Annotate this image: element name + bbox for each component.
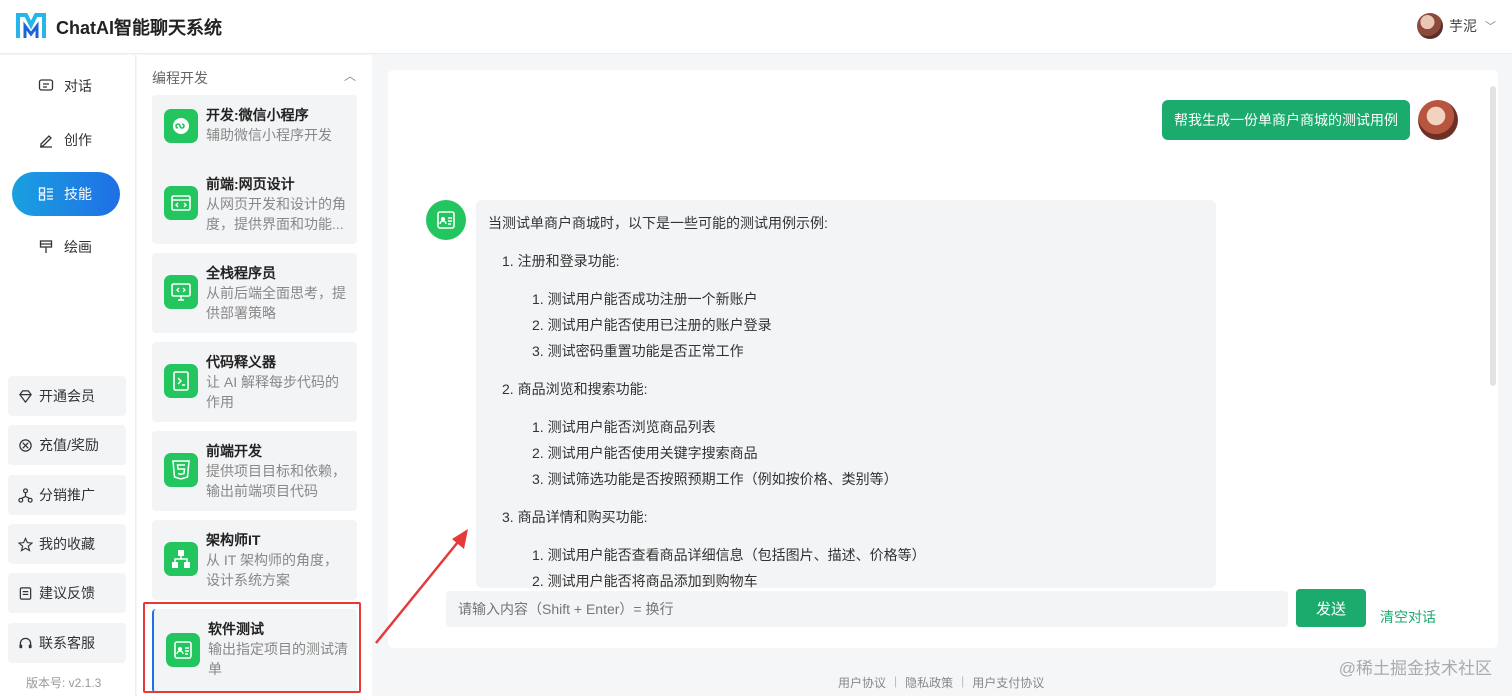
webpage-icon	[164, 186, 198, 220]
skill-title: 开发:微信小程序	[206, 107, 309, 123]
star-icon	[18, 536, 33, 552]
skill-card-fullstack[interactable]: 全栈程序员 从前后端全面思考，提供部署策略	[152, 253, 357, 333]
bot-message: 当测试单商户商城时，以下是一些可能的测试用例示例: 1. 注册和登录功能: 1.…	[476, 200, 1216, 588]
vip-label: 开通会员	[39, 388, 95, 404]
list-item: 1. 测试用户能否成功注册一个新账户	[532, 291, 758, 307]
footer-link-privacy[interactable]: 隐私政策	[905, 674, 953, 691]
nav-item-create[interactable]: 创作	[12, 118, 120, 162]
html5-icon	[164, 453, 198, 487]
skill-card-miniprogram[interactable]: 开发:微信小程序 辅助微信小程序开发	[152, 95, 357, 175]
recharge-button[interactable]: 充值/奖励	[8, 425, 126, 465]
user-name: 芋泥	[1449, 18, 1477, 34]
skill-desc: 从 IT 架构师的角度，设计系统方案	[206, 552, 338, 588]
headset-icon	[19, 637, 32, 648]
nav-item-draw[interactable]: 绘画	[12, 225, 120, 269]
skill-card-code-explainer[interactable]: 代码释义器 让 AI 解释每步代码的作用	[152, 342, 357, 422]
skill-card-architect[interactable]: 架构师IT 从 IT 架构师的角度，设计系统方案	[152, 520, 357, 600]
chat-panel: 帮我生成一份单商户商城的测试用例 当测试单商户商城时，以下是一些可能的测试用例示…	[388, 70, 1498, 648]
watermark: @稀土掘金技术社区	[1338, 659, 1492, 678]
app-header: ChatAI智能聊天系统 芋泥 ﹀	[0, 0, 1512, 54]
feedback-label: 建议反馈	[39, 585, 95, 601]
bot-intro: 当测试单商户商城时，以下是一些可能的测试用例示例:	[488, 215, 828, 231]
nav-item-label: 技能	[64, 186, 92, 202]
version-label: 版本号: v2.1.3	[26, 676, 102, 690]
chevron-down-icon: ﹀	[1485, 21, 1496, 33]
gift-icon	[19, 438, 32, 452]
skill-card-webpage[interactable]: 前端:网页设计 从网页开发和设计的角度，提供界面和功能...	[152, 164, 357, 244]
skill-desc: 让 AI 解释每步代码的作用	[206, 374, 340, 410]
user-avatar	[1418, 100, 1458, 140]
skill-desc: 从网页开发和设计的角度，提供界面和功能...	[206, 196, 346, 232]
skills-icon	[38, 187, 53, 201]
skill-title: 架构师IT	[206, 532, 261, 548]
list-item: 1. 测试用户能否查看商品详细信息（包括图片、描述、价格等）	[532, 547, 926, 563]
user-menu[interactable]: 芋泥 ﹀	[1417, 12, 1496, 40]
distribution-label: 分销推广	[39, 487, 95, 503]
skill-title: 全栈程序员	[206, 265, 276, 281]
skill-title: 前端开发	[206, 443, 262, 459]
monitor-code-icon	[164, 275, 198, 309]
app-title: ChatAI智能聊天系统	[56, 18, 222, 38]
footer-link-terms[interactable]: 用户协议	[838, 674, 886, 691]
highlight-box	[143, 602, 361, 693]
section-title: 1. 注册和登录功能:	[502, 253, 620, 269]
list-item: 3. 测试密码重置功能是否正常工作	[532, 343, 744, 359]
skill-card-frontend[interactable]: 前端开发 提供项目目标和依赖，输出前端项目代码	[152, 431, 357, 511]
nav-item-chat[interactable]: 对话	[12, 64, 120, 108]
nav-item-skills[interactable]: 技能	[12, 172, 120, 216]
miniprogram-icon	[164, 109, 198, 143]
list-item: 3. 测试筛选功能是否按照预期工作（例如按价格、类别等）	[532, 471, 898, 487]
avatar	[1417, 13, 1443, 39]
feedback-button[interactable]: 建议反馈	[8, 573, 126, 613]
scrollbar[interactable]	[1490, 86, 1496, 386]
support-label: 联系客服	[39, 635, 95, 651]
footer-divider: |	[961, 674, 965, 688]
skills-category: 编程开发	[152, 70, 208, 86]
skill-title: 前端:网页设计	[206, 176, 295, 192]
brush-icon	[39, 240, 53, 253]
send-button[interactable]: 发送	[1296, 589, 1366, 627]
skill-desc: 从前后端全面思考，提供部署策略	[206, 285, 346, 321]
user-message: 帮我生成一份单商户商城的测试用例	[1162, 100, 1410, 140]
edit-icon	[40, 135, 52, 148]
share-icon	[18, 487, 33, 503]
list-item: 1. 测试用户能否浏览商品列表	[532, 419, 716, 435]
recharge-label: 充值/奖励	[39, 437, 99, 453]
skill-desc: 辅助微信小程序开发	[206, 127, 332, 143]
nav-item-label: 对话	[64, 78, 92, 94]
favorites-label: 我的收藏	[39, 536, 95, 552]
list-item: 2. 测试用户能否使用已注册的账户登录	[532, 317, 772, 333]
nav-item-label: 绘画	[64, 239, 92, 255]
chat-icon	[38, 79, 54, 91]
nav-item-label: 创作	[64, 132, 92, 148]
skill-desc: 提供项目目标和依赖，输出前端项目代码	[206, 463, 346, 499]
left-nav: 对话 创作 技能 绘画 开通会员 充值/奖励 分销推广 我的收藏 建议反馈 联系…	[0, 55, 136, 696]
footer: 用户协议 | 隐私政策 | 用户支付协议	[838, 674, 1044, 691]
support-button[interactable]: 联系客服	[8, 623, 126, 663]
skills-panel: 编程开发 ︿ 开发:微信小程序 辅助微信小程序开发 前端:网页设计 从网页开发和…	[137, 55, 372, 696]
terminal-icon	[164, 364, 198, 398]
test-icon	[437, 211, 455, 229]
message-input[interactable]	[446, 591, 1288, 627]
clear-chat-link[interactable]: 清空对话	[1380, 607, 1436, 627]
annotation-arrow	[375, 529, 468, 644]
section-title: 2. 商品浏览和搜索功能:	[502, 381, 648, 397]
list-item: 2. 测试用户能否使用关键字搜索商品	[532, 445, 758, 461]
vip-button[interactable]: 开通会员	[8, 376, 126, 416]
bot-avatar	[426, 200, 466, 240]
footer-divider: |	[894, 674, 898, 688]
footer-link-payment[interactable]: 用户支付协议	[972, 674, 1044, 691]
logo-icon	[16, 13, 46, 38]
feedback-icon	[19, 586, 32, 600]
distribution-button[interactable]: 分销推广	[8, 475, 126, 515]
chevron-up-icon[interactable]: ︿	[344, 67, 356, 84]
list-item: 2. 测试用户能否将商品添加到购物车	[532, 573, 758, 588]
architecture-icon	[164, 542, 198, 576]
skill-title: 代码释义器	[206, 354, 276, 370]
section-title: 3. 商品详情和购买功能:	[502, 509, 648, 525]
favorites-button[interactable]: 我的收藏	[8, 524, 126, 564]
diamond-icon	[19, 389, 32, 403]
